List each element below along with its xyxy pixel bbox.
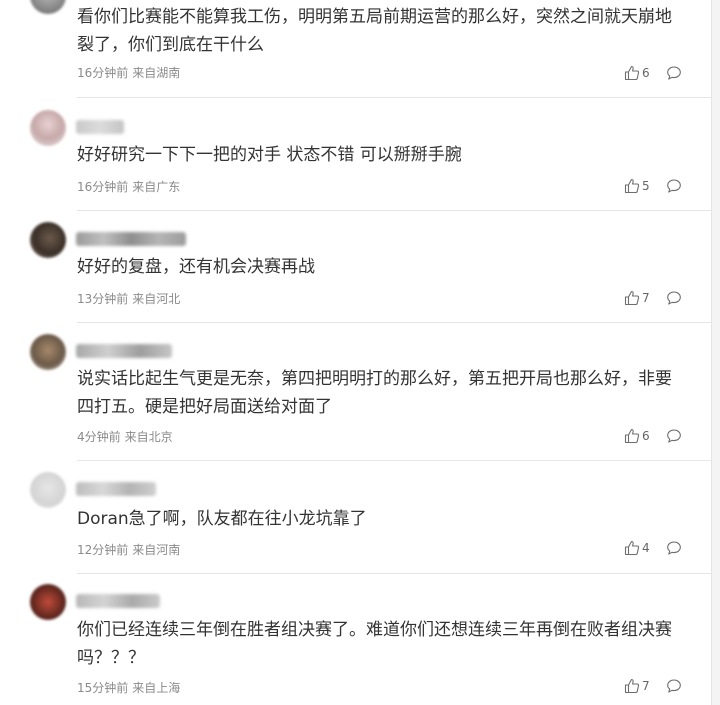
divider <box>77 210 711 211</box>
comment-item: 好好研究一下下一把的对手 状态不错 可以掰掰手腕 16分钟前 来自广东 5 <box>0 110 711 222</box>
comment-meta: 16分钟前 来自湖南 <box>77 64 180 81</box>
comment-text: 看你们比赛能不能算我工伤，明明第五局前期运营的那么好，突然之间就天崩地裂了，你们… <box>77 7 672 55</box>
like-button[interactable]: 7 <box>624 290 660 306</box>
reply-button[interactable] <box>666 178 682 194</box>
like-button[interactable]: 7 <box>624 678 660 694</box>
like-button[interactable]: 6 <box>624 65 660 81</box>
thumb-up-icon <box>624 428 640 444</box>
comment-bubble-icon <box>667 679 681 693</box>
comment-item: 你们已经连续三年倒在胜者组决赛了。难道你们还想连续三年再倒在败者组决赛吗？？？ … <box>0 584 711 705</box>
comment-bubble-icon <box>667 541 681 555</box>
avatar[interactable] <box>30 584 66 620</box>
thumb-up-icon <box>624 678 640 694</box>
reply-button[interactable] <box>666 428 682 444</box>
comment-bubble-icon <box>667 291 681 305</box>
comment-time: 16分钟前 <box>77 180 129 194</box>
username-blurred[interactable] <box>76 594 160 608</box>
username-blurred[interactable] <box>76 232 186 246</box>
username-blurred[interactable] <box>76 344 172 358</box>
comment-item: 看你们比赛能不能算我工伤，明明第五局前期运营的那么好，突然之间就天崩地裂了，你们… <box>0 0 711 98</box>
divider <box>77 322 711 323</box>
avatar[interactable] <box>30 334 66 370</box>
comment-bubble-icon <box>667 429 681 443</box>
comment-bubble-icon <box>667 179 681 193</box>
avatar[interactable] <box>30 222 66 258</box>
reply-button[interactable] <box>666 678 682 694</box>
reply-button[interactable] <box>666 290 682 306</box>
comment-location: 来自河北 <box>132 292 181 306</box>
comment-text: 你们已经连续三年倒在胜者组决赛了。难道你们还想连续三年再倒在败者组决赛吗？？？ <box>77 620 672 668</box>
comment-meta: 16分钟前 来自广东 <box>77 178 180 195</box>
divider <box>77 573 711 574</box>
comment-text: 好好研究一下下一把的对手 状态不错 可以掰掰手腕 <box>77 145 462 165</box>
comment-time: 12分钟前 <box>77 543 129 557</box>
reply-button[interactable] <box>666 540 682 556</box>
comment-list: 看你们比赛能不能算我工伤，明明第五局前期运营的那么好，突然之间就天崩地裂了，你们… <box>0 0 711 705</box>
thumb-up-icon <box>624 540 640 556</box>
like-button[interactable]: 4 <box>624 540 660 556</box>
like-count: 4 <box>642 541 650 555</box>
comment-meta: 12分钟前 来自河南 <box>77 541 180 558</box>
like-count: 5 <box>642 179 650 193</box>
thumb-up-icon <box>624 178 640 194</box>
comment-time: 13分钟前 <box>77 292 129 306</box>
like-button[interactable]: 6 <box>624 428 660 444</box>
comment-time: 15分钟前 <box>77 681 129 695</box>
comment-location: 来自广东 <box>132 180 181 194</box>
reply-button[interactable] <box>666 65 682 81</box>
comment-location: 来自上海 <box>132 681 181 695</box>
avatar[interactable] <box>30 472 66 508</box>
comment-bubble-icon <box>667 66 681 80</box>
like-count: 7 <box>642 679 650 693</box>
comment-text: 好好的复盘，还有机会决赛再战 <box>77 257 315 277</box>
avatar[interactable] <box>30 110 66 146</box>
comment-item: 说实话比起生气更是无奈，第四把明明打的那么好，第五把开局也那么好，非要四打五。硬… <box>0 334 711 462</box>
comment-meta: 13分钟前 来自河北 <box>77 290 180 307</box>
comment-text: Doran急了啊，队友都在往小龙坑靠了 <box>77 509 367 529</box>
like-count: 7 <box>642 291 650 305</box>
username-blurred[interactable] <box>76 120 124 134</box>
comment-location: 来自北京 <box>124 430 173 444</box>
comment-meta: 15分钟前 来自上海 <box>77 679 180 696</box>
like-button[interactable]: 5 <box>624 178 660 194</box>
comment-location: 来自湖南 <box>132 66 181 80</box>
comment-meta: 4分钟前 来自北京 <box>77 428 173 445</box>
divider <box>77 97 711 98</box>
username-blurred[interactable] <box>76 482 156 496</box>
comment-time: 16分钟前 <box>77 66 129 80</box>
comment-text: 说实话比起生气更是无奈，第四把明明打的那么好，第五把开局也那么好，非要四打五。硬… <box>77 369 672 417</box>
comment-time: 4分钟前 <box>77 430 121 444</box>
like-count: 6 <box>642 429 650 443</box>
comment-item: Doran急了啊，队友都在往小龙坑靠了 12分钟前 来自河南 4 <box>0 472 711 574</box>
scrollbar[interactable] <box>711 0 720 705</box>
thumb-up-icon <box>624 65 640 81</box>
like-count: 6 <box>642 66 650 80</box>
comment-location: 来自河南 <box>132 543 181 557</box>
avatar[interactable] <box>30 0 66 14</box>
thumb-up-icon <box>624 290 640 306</box>
divider <box>77 460 711 461</box>
comment-item: 好好的复盘，还有机会决赛再战 13分钟前 来自河北 7 <box>0 222 711 334</box>
